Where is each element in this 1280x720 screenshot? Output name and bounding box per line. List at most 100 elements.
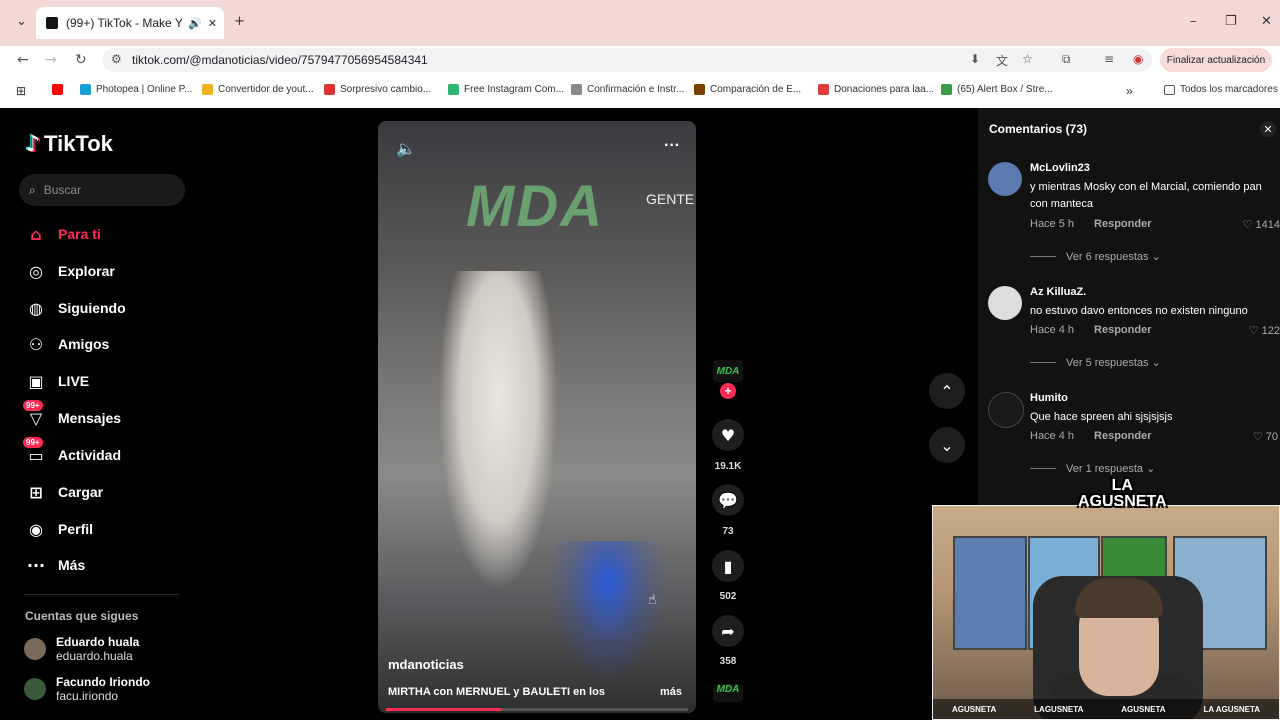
sidebar-item-label: Perfil xyxy=(58,521,94,537)
previous-video-button[interactable]: ⌃ xyxy=(929,373,965,409)
comment-user[interactable]: McLovlin23 xyxy=(1030,162,1090,174)
apps-icon[interactable]: ⊞ xyxy=(16,84,26,98)
comment-button[interactable]: 💬 xyxy=(712,484,744,516)
sidebar-item-actividad[interactable]: ▭ 99+ Actividad xyxy=(23,437,121,467)
friends-icon: ⚇ xyxy=(28,334,44,354)
extensions-icon[interactable]: ⧉ xyxy=(1062,52,1071,67)
video-options-icon[interactable]: ··· xyxy=(664,137,680,155)
bookmarks-overflow-icon[interactable]: » xyxy=(1126,84,1133,98)
heart-outline-icon: ♡ xyxy=(1248,325,1259,337)
comment-like-button[interactable]: ♡ 1414 xyxy=(1243,218,1280,231)
sidebar-item-mensajes[interactable]: ▽ 99+ Mensajes xyxy=(23,400,121,430)
bookmark-item[interactable]: (65) Alert Box / Stre... xyxy=(941,84,1053,95)
tab-search-icon[interactable]: ⌄ xyxy=(16,14,27,29)
like-count: 19.1K xyxy=(714,461,742,472)
view-replies-button[interactable]: Ver 1 respuesta ⌄ xyxy=(1030,462,1155,475)
next-video-button[interactable]: ⌄ xyxy=(929,427,965,463)
wall-poster xyxy=(953,536,1027,650)
forward-icon[interactable]: → xyxy=(45,52,57,68)
minimize-icon[interactable]: – xyxy=(1190,14,1197,29)
bookmark-item[interactable]: Comparación de E... xyxy=(694,84,801,95)
reply-button[interactable]: Responder xyxy=(1094,430,1151,442)
avatar xyxy=(24,638,46,660)
chevron-down-icon: ⌄ xyxy=(1151,251,1161,263)
sidebar-item-para-ti[interactable]: ⌂ Para ti xyxy=(24,222,101,246)
sidebar-item-explorar[interactable]: ◎ Explorar xyxy=(24,259,115,283)
bookmark-item[interactable]: Convertidor de yout... xyxy=(202,84,314,95)
speaker-icon[interactable]: 🔊 xyxy=(188,17,202,30)
bookmark-label: Confirmación e Instr... xyxy=(587,84,685,95)
video-description: MIRTHA con MERNUEL y BAULETI en los xyxy=(388,686,605,698)
share-button[interactable]: ➦ xyxy=(712,615,744,647)
reply-button[interactable]: Responder xyxy=(1094,324,1151,336)
profile-icon-browser[interactable]: ◉ xyxy=(1133,52,1143,66)
volume-icon[interactable]: 🔈 xyxy=(396,139,416,158)
bookmark-item[interactable]: Sorpresivo cambio... xyxy=(324,84,431,95)
sidebar-item-perfil[interactable]: ◉ Perfil xyxy=(24,517,93,541)
avatar[interactable] xyxy=(988,286,1022,320)
bookmark-item[interactable]: Donaciones para laa... xyxy=(818,84,934,95)
sidebar-item-amigos[interactable]: ⚇ Amigos xyxy=(24,332,110,356)
site-info-icon[interactable]: ⚙ xyxy=(111,52,122,66)
share-count: 358 xyxy=(719,656,737,667)
bookmark-favicon-icon xyxy=(818,84,829,95)
sidebar-item-live[interactable]: ▣ LIVE xyxy=(24,369,89,393)
comment-time: Hace 4 h xyxy=(1030,324,1075,336)
bookmark-label: Free Instagram Com... xyxy=(464,84,565,95)
video-author[interactable]: mdanoticias xyxy=(388,657,464,672)
instagram-handle: AGUSNETA xyxy=(951,704,997,714)
avatar xyxy=(24,678,46,700)
comment-like-button[interactable]: ♡ 122 xyxy=(1249,324,1280,337)
close-comments-icon[interactable]: ✕ xyxy=(1260,121,1276,137)
followed-account[interactable]: Eduardo huala eduardo.huala xyxy=(24,635,139,663)
star-icon[interactable]: ☆ xyxy=(1022,52,1033,66)
sidebar-item-siguiendo[interactable]: ◍ Siguiendo xyxy=(24,296,126,320)
bookmark-favicon-icon xyxy=(324,84,335,95)
video-more-link[interactable]: más xyxy=(660,686,682,698)
reload-icon[interactable]: ↻ xyxy=(75,52,87,68)
sidebar-item-cargar[interactable]: ⊞ Cargar xyxy=(24,480,103,504)
view-replies-button[interactable]: Ver 6 respuestas ⌄ xyxy=(1030,250,1161,263)
url-text[interactable]: tiktok.com/@mdanoticias/video/7579477056… xyxy=(132,53,428,67)
search-input[interactable]: ⌕ Buscar xyxy=(19,174,185,206)
sidebar-item-label: Más xyxy=(58,557,86,573)
bookmark-item[interactable]: Free Instagram Com... xyxy=(448,84,564,95)
back-icon[interactable]: ← xyxy=(17,52,29,68)
close-window-icon[interactable]: ✕ xyxy=(1261,14,1272,29)
video-progress-bar[interactable] xyxy=(386,708,688,711)
comment-like-button[interactable]: ♡ 70 xyxy=(1253,430,1278,443)
video-progress-fill xyxy=(386,708,501,711)
follow-plus-icon[interactable]: + xyxy=(720,383,736,399)
music-disc[interactable]: MDA xyxy=(713,684,743,702)
comment-user[interactable]: Az KilluaZ. xyxy=(1030,286,1086,298)
video-player[interactable]: MDA GENTE 🔈 ··· mdanoticias MIRTHA con M… xyxy=(378,121,696,713)
sidebar-item-label: Siguiendo xyxy=(58,300,126,316)
translate-icon[interactable]: 文 xyxy=(996,52,1008,69)
update-button[interactable]: Finalizar actualización xyxy=(1160,48,1272,72)
avatar[interactable] xyxy=(988,162,1022,196)
youtube-icon[interactable] xyxy=(52,84,68,95)
tiktok-logo[interactable]: ♪ TikTok xyxy=(26,131,113,157)
sidebar-item-mas[interactable]: ··· Más xyxy=(24,553,85,577)
bookmark-item[interactable]: Confirmación e Instr... xyxy=(571,84,684,95)
save-button[interactable]: ▮ xyxy=(712,550,744,582)
install-icon[interactable]: ⬇ xyxy=(970,52,980,66)
comment-user[interactable]: Humito xyxy=(1030,392,1068,404)
maximize-icon[interactable]: ❐ xyxy=(1225,14,1237,29)
view-replies-button[interactable]: Ver 5 respuestas ⌄ xyxy=(1030,356,1161,369)
media-icon[interactable]: ≡ xyxy=(1104,52,1114,66)
creator-avatar[interactable]: MDA xyxy=(713,360,743,382)
browser-tab[interactable]: (99+) TikTok - Make Your D... 🔊 ✕ xyxy=(36,7,224,39)
reply-button[interactable]: Responder xyxy=(1094,218,1151,230)
followed-account[interactable]: Facundo Iriondo facu.iriondo xyxy=(24,675,150,703)
close-tab-icon[interactable]: ✕ xyxy=(208,17,217,30)
tiktok-note-icon: ♪ xyxy=(26,131,41,157)
webcam-overlay: AGUSNETA LAGUSNETA AGUSNETA LA AGUSNETA xyxy=(932,505,1280,720)
account-name: Eduardo huala xyxy=(56,635,140,649)
like-button[interactable]: ♥ xyxy=(712,419,744,451)
new-tab-icon[interactable]: + xyxy=(234,14,245,29)
bookmark-item[interactable]: Photopea | Online P... xyxy=(80,84,192,95)
avatar[interactable] xyxy=(988,392,1024,428)
all-bookmarks[interactable]: Todos los marcadores xyxy=(1164,84,1278,95)
share-icon: ➦ xyxy=(721,621,735,641)
